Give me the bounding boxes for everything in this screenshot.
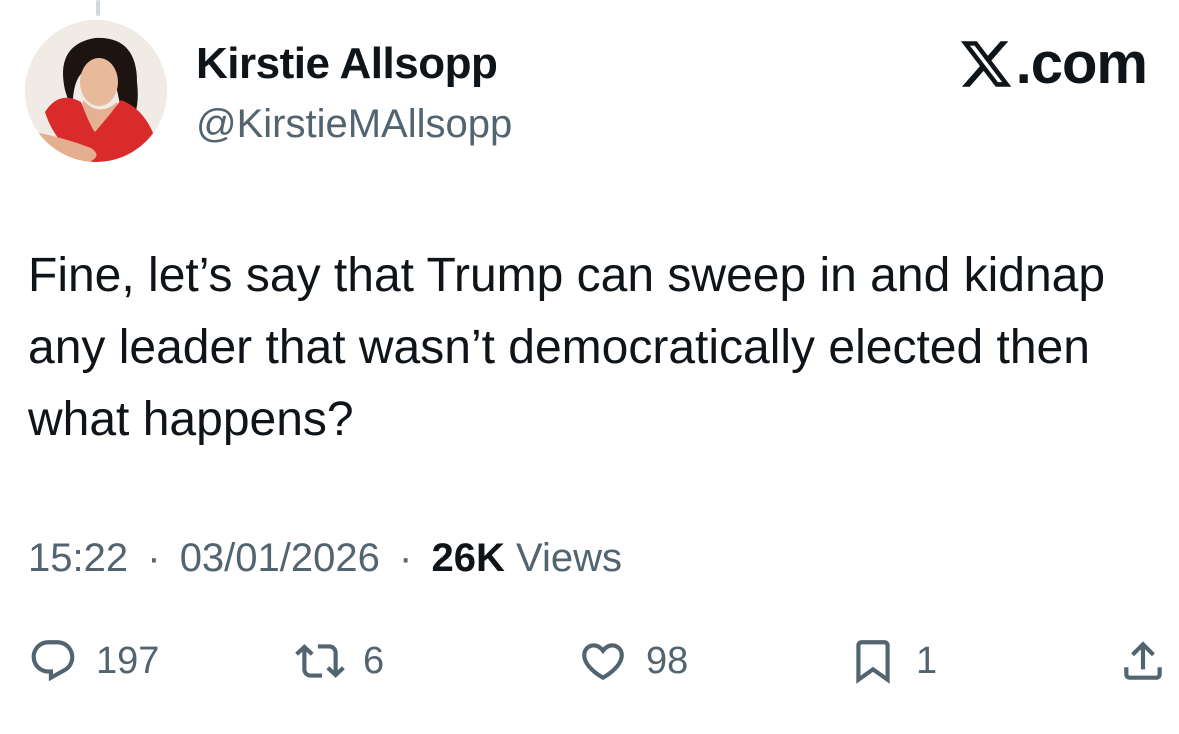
tweet-action-bar: 197 6 98 1 <box>0 636 1179 696</box>
bookmark-icon <box>856 640 890 684</box>
like-count: 98 <box>646 639 689 682</box>
views-label: Views <box>515 536 622 580</box>
meta-separator: · <box>147 536 161 580</box>
bookmark-button[interactable]: 1 <box>848 636 937 686</box>
like-button[interactable]: 98 <box>578 636 688 686</box>
x-logo-icon <box>960 40 1011 87</box>
share-upload-icon <box>1124 641 1162 680</box>
tweet-meta: 15:22 · 03/01/2026 · 26K Views <box>28 536 622 581</box>
tweet-text: Fine, let’s say that Trump can sweep in … <box>28 249 1106 446</box>
retweet-button[interactable]: 6 <box>295 636 384 686</box>
reply-count: 197 <box>96 639 160 682</box>
views-count[interactable]: 26K <box>431 536 504 580</box>
tweet-time[interactable]: 15:22 <box>28 536 128 580</box>
brand-domain-label: .com <box>1015 31 1148 96</box>
bookmark-count: 1 <box>916 639 938 682</box>
author-info: Kirstie Allsopp @KirstieMAllsopp <box>196 36 512 152</box>
meta-separator: · <box>399 536 413 580</box>
reply-button[interactable]: 197 <box>28 636 159 686</box>
retweet-icon <box>295 644 345 678</box>
reply-bubble-icon <box>31 640 75 682</box>
author-display-name[interactable]: Kirstie Allsopp <box>196 36 512 92</box>
retweet-count: 6 <box>363 639 385 682</box>
tweet-date[interactable]: 03/01/2026 <box>180 536 380 580</box>
avatar-portrait-icon <box>25 20 167 162</box>
share-button[interactable] <box>1118 636 1168 686</box>
thread-connector-line <box>96 0 100 16</box>
avatar[interactable] <box>25 20 167 162</box>
heart-icon <box>582 643 624 681</box>
author-handle[interactable]: @KirstieMAllsopp <box>196 96 512 152</box>
x-brand-watermark: .com <box>958 30 1148 97</box>
